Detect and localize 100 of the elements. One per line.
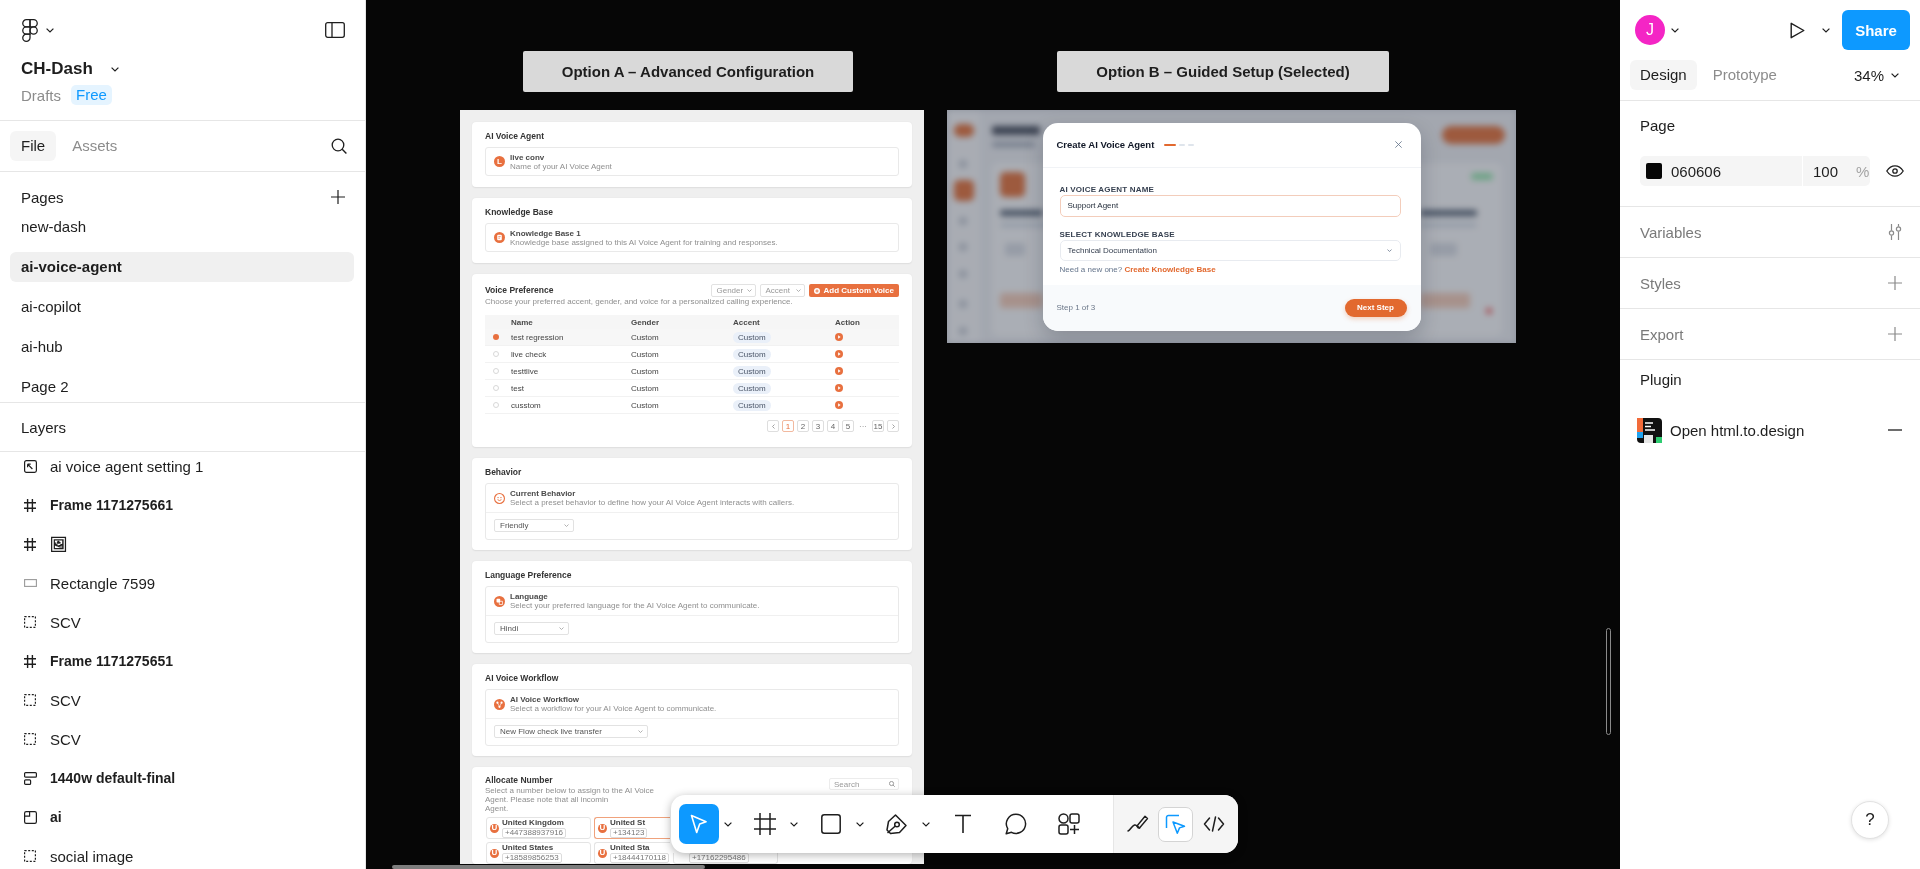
dropdown[interactable]: New Flow check live transfer	[494, 725, 648, 738]
hex-input[interactable]: 060606	[1671, 162, 1722, 180]
section-label[interactable]: Variables	[1640, 223, 1702, 241]
table-cell: test	[511, 383, 524, 393]
dropdown[interactable]: Friendly	[494, 519, 575, 532]
setting-description: Select your preferred language for the AI Voice Agent to communicate.	[510, 601, 760, 610]
chevron-down-icon[interactable]	[790, 821, 798, 827]
radio-button[interactable]	[493, 385, 499, 391]
radio-button[interactable]	[493, 351, 499, 357]
layer-item[interactable]: social image	[23, 844, 134, 868]
page-item[interactable]: ai-copilot	[10, 292, 354, 322]
plugin-item[interactable]: Open html.to.design	[1637, 417, 1805, 443]
opacity-input[interactable]: 100	[1803, 162, 1843, 180]
setting-description: Knowledge base assigned to this AI Voice Agent for training and responses.	[510, 237, 778, 247]
page-button[interactable]: 15	[872, 420, 884, 432]
shapes-icon	[1058, 813, 1080, 835]
layer-item[interactable]: ai voice agent setting 1	[23, 454, 204, 478]
radio-button[interactable]	[493, 334, 499, 340]
move-tool-button[interactable]	[679, 804, 719, 844]
layer-item[interactable]: SCV	[23, 610, 81, 634]
chevron-down-icon	[796, 289, 802, 292]
layer-item[interactable]: Frame 1171275651	[23, 649, 173, 673]
page-item[interactable]: Page 2	[10, 372, 354, 402]
column-header: Accent	[733, 317, 761, 327]
page-button[interactable]: 4	[827, 420, 839, 432]
table-cell: cusstom	[511, 400, 541, 410]
document-icon	[494, 232, 505, 243]
dashed-square-icon	[24, 850, 36, 862]
page-item[interactable]: ai-hub	[10, 332, 354, 362]
table-row[interactable]: cusstom Custom Custom	[485, 397, 899, 414]
letter-avatar: U	[490, 823, 499, 833]
step-counter: Step 1 of 3	[1056, 303, 1096, 312]
page-item[interactable]: ai-voice-agent	[10, 252, 354, 282]
app-logo-icon[interactable]	[22, 18, 38, 42]
table-row[interactable]: test Custom Custom	[485, 380, 899, 397]
zoom-dropdown[interactable]: 34%	[1853, 66, 1899, 84]
color-swatch-icon[interactable]	[1646, 163, 1662, 179]
text-input-field[interactable]: Support Agent	[1059, 194, 1401, 217]
table-cell: Custom	[631, 400, 659, 410]
close-icon[interactable]	[1394, 141, 1402, 148]
chevron-down-icon[interactable]	[46, 27, 54, 33]
layer-item[interactable]: ai	[23, 805, 62, 829]
chevron-down-icon[interactable]	[1822, 27, 1830, 33]
chevron-down-icon[interactable]	[922, 821, 930, 827]
color-field[interactable]: 060606 100 %	[1640, 156, 1870, 186]
layer-item[interactable]: Frame 1171275661	[23, 493, 173, 517]
table-cell: live check	[511, 349, 547, 359]
horizontal-scrollbar[interactable]	[392, 865, 705, 869]
vertical-scrollbar[interactable]	[1606, 628, 1611, 735]
chevron-down-icon	[637, 730, 643, 733]
setting-name: Language	[510, 592, 548, 601]
hint-text: Need a new one? Create Knowledge Base	[1059, 264, 1216, 275]
layer-item[interactable]: 1440w default-final	[23, 766, 176, 790]
letter-avatar: U	[598, 823, 607, 833]
table-row[interactable]: testtlive Custom Custom	[485, 363, 899, 380]
speech-bubble-icon	[1005, 813, 1027, 835]
play-icon[interactable]	[1790, 21, 1805, 39]
panel-tab[interactable]: Design	[1630, 60, 1697, 90]
setting-description: Name of your AI Voice Agent	[510, 161, 612, 171]
plus-icon[interactable]	[331, 190, 345, 204]
help-button[interactable]: ?	[1851, 801, 1889, 839]
file-name-dropdown[interactable]: CH-Dash	[21, 58, 119, 80]
hash-icon	[754, 813, 776, 835]
plus-circle-icon	[814, 287, 821, 294]
panel-tab[interactable]: File	[10, 131, 57, 161]
page-button[interactable]: 3	[812, 420, 824, 432]
chevron-down-icon[interactable]	[724, 821, 732, 827]
sliders-icon[interactable]	[1888, 224, 1902, 240]
section-label[interactable]: Styles	[1640, 274, 1681, 292]
layer-item[interactable]: SCV	[23, 688, 81, 712]
chevron-down-icon[interactable]	[856, 821, 864, 827]
sidebar-toggle-icon[interactable]	[325, 22, 345, 38]
layer-item[interactable]: Rectangle 7599	[23, 571, 156, 595]
table-cell: Custom	[631, 349, 659, 359]
layer-item[interactable]: 🖼	[23, 532, 68, 556]
user-avatar[interactable]: J	[1635, 15, 1665, 45]
radio-button[interactable]	[493, 402, 499, 408]
dashed-square-icon	[24, 694, 36, 706]
letter-avatar: U	[490, 848, 499, 858]
radio-button[interactable]	[493, 368, 499, 374]
table-row[interactable]: test regression Custom Custom	[485, 329, 899, 346]
overlap-squares-icon	[494, 595, 505, 607]
auto-layout-icon	[23, 771, 37, 785]
letter-avatar: L	[494, 156, 505, 167]
chevron-down-icon	[564, 524, 570, 527]
eye-icon[interactable]	[1886, 165, 1904, 177]
dropdown[interactable]: Hindi	[494, 622, 569, 635]
chevron-down-icon[interactable]	[1671, 27, 1679, 33]
setting-name: AI Voice Workflow	[510, 695, 580, 704]
accent-tag: Custom	[733, 399, 771, 411]
select-field[interactable]: Technical Documentation	[1059, 239, 1401, 261]
section-label[interactable]: Export	[1640, 325, 1684, 343]
page-button[interactable]: 5	[842, 420, 854, 432]
search-icon[interactable]	[331, 138, 347, 154]
page-item[interactable]: new-dash	[10, 212, 354, 242]
table-row[interactable]: live check Custom Custom	[485, 346, 899, 363]
country-name: United St	[610, 818, 646, 827]
page-button[interactable]: 2	[797, 420, 809, 432]
layer-item[interactable]: SCV	[23, 727, 81, 751]
smiley-icon	[494, 492, 505, 504]
